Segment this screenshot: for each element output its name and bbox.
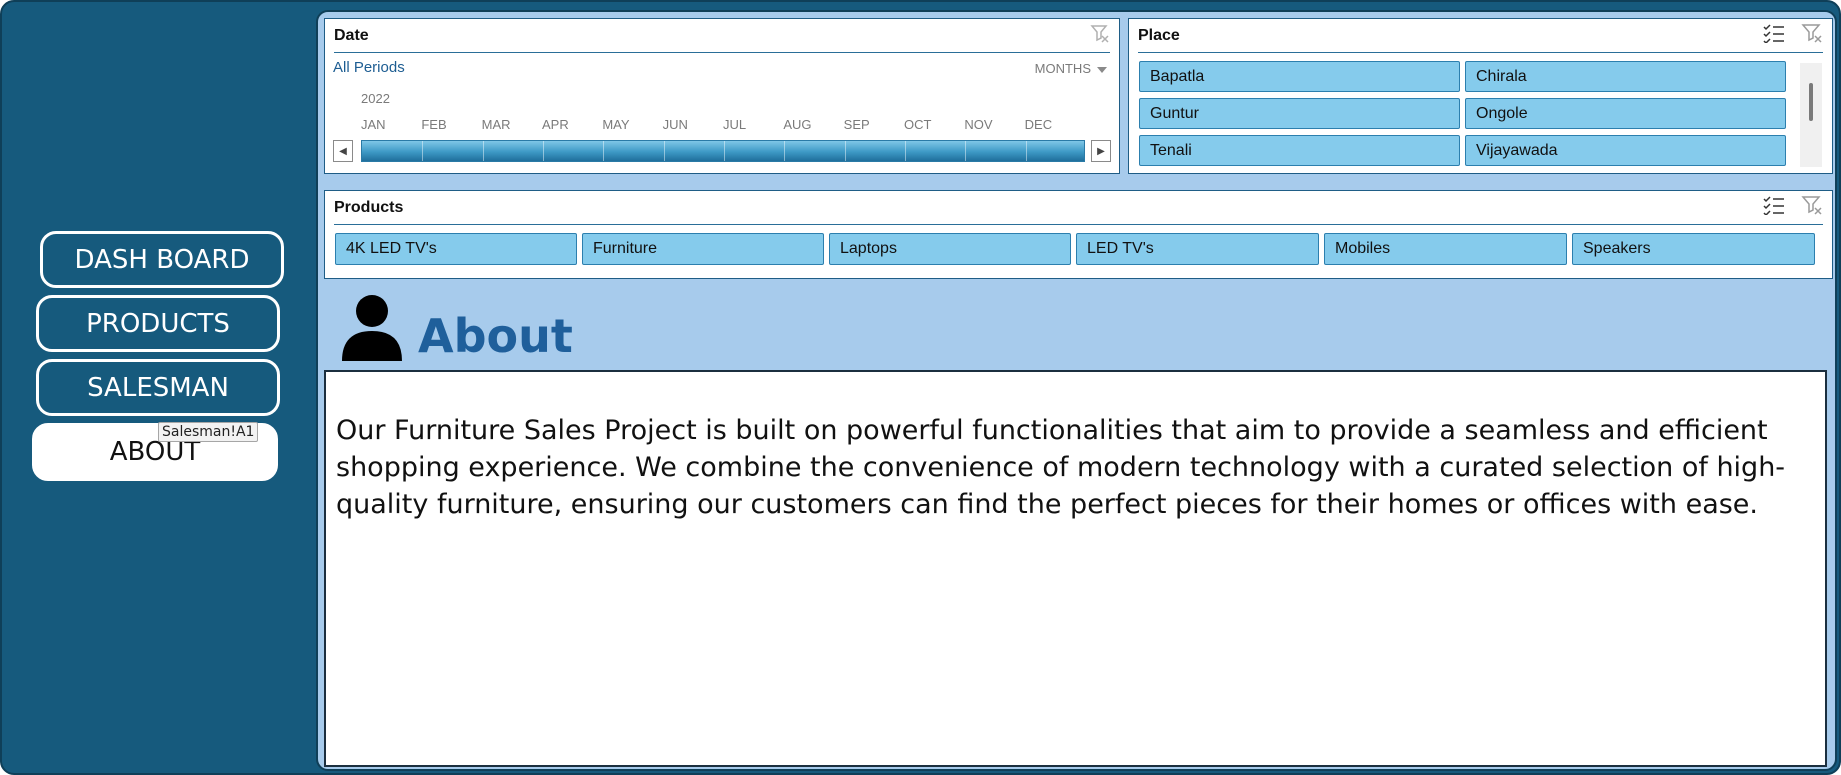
timeline-segment-divider xyxy=(844,141,846,161)
product-item-4k-led-tvs[interactable]: 4K LED TV's xyxy=(335,233,577,265)
timeline-month-apr: APR xyxy=(542,117,569,132)
main-panel: Date All Periods MONTHS 2022 JAN FEB MAR AP… xyxy=(316,10,1837,771)
products-slicer-header: Products xyxy=(334,191,1823,225)
timeline-segment-divider xyxy=(603,141,605,161)
about-text-box: Our Furniture Sales Project is built on … xyxy=(324,370,1827,767)
timeline-month-jan: JAN xyxy=(361,117,386,132)
timeline-month-sep: SEP xyxy=(843,117,870,132)
products-button-label: PRODUCTS xyxy=(86,308,230,339)
product-item-speakers[interactable]: Speakers xyxy=(1572,233,1815,265)
clear-filter-icon[interactable] xyxy=(1090,23,1110,48)
timeline-selection-bar[interactable] xyxy=(361,140,1085,162)
all-periods-link[interactable]: All Periods xyxy=(333,59,405,76)
timeline-segment-divider xyxy=(724,141,725,161)
timeline-month-jun: JUN xyxy=(662,117,688,132)
timeline-month-feb: FEB xyxy=(421,117,447,132)
date-timeline-slicer[interactable]: Date All Periods MONTHS 2022 JAN FEB MAR AP… xyxy=(324,18,1120,174)
place-item-label: Ongole xyxy=(1476,104,1528,122)
dashboard-button-label: DASH BOARD xyxy=(74,244,250,275)
scroll-right-icon[interactable]: ▶ xyxy=(1091,140,1111,162)
product-item-led-tvs[interactable]: LED TV's xyxy=(1076,233,1319,265)
timeline-segment-divider xyxy=(784,141,786,161)
place-item-label: Tenali xyxy=(1150,141,1192,159)
place-item-ongole[interactable]: Ongole xyxy=(1465,98,1786,129)
timeline-year: 2022 xyxy=(361,91,390,106)
date-slicer-title: Date xyxy=(334,26,369,44)
products-button[interactable]: PRODUCTS xyxy=(36,295,280,352)
product-item-label: 4K LED TV's xyxy=(346,240,437,257)
dropdown-arrow-icon xyxy=(1097,61,1107,76)
place-item-guntur[interactable]: Guntur xyxy=(1139,98,1460,129)
about-heading: About xyxy=(418,309,573,363)
place-slicer: Place Bapatla Chirala Guntur Ongole Tena… xyxy=(1128,18,1833,174)
product-item-label: Mobiles xyxy=(1335,240,1391,257)
place-item-label: Vijayawada xyxy=(1476,141,1558,159)
product-item-furniture[interactable]: Furniture xyxy=(582,233,824,265)
timeline-segment-divider xyxy=(965,141,967,161)
time-level-dropdown[interactable]: MONTHS xyxy=(1035,61,1107,76)
timeline-month-labels: JAN FEB MAR APR MAY JUN JUL AUG SEP OCT NOV DEC xyxy=(361,117,1085,133)
timeline-segment-divider xyxy=(482,141,484,161)
clear-filter-icon[interactable] xyxy=(1801,22,1823,49)
place-slicer-header: Place xyxy=(1138,19,1823,53)
scroll-left-icon[interactable]: ◀ xyxy=(333,140,353,162)
product-item-label: LED TV's xyxy=(1087,240,1154,257)
place-item-bapatla[interactable]: Bapatla xyxy=(1139,61,1460,92)
timeline-segment-divider xyxy=(1025,141,1027,161)
multi-select-icon[interactable] xyxy=(1763,195,1785,220)
product-item-mobiles[interactable]: Mobiles xyxy=(1324,233,1567,265)
product-item-label: Laptops xyxy=(840,240,897,257)
timeline-segment-divider xyxy=(663,141,665,161)
place-item-label: Guntur xyxy=(1150,104,1199,122)
product-item-laptops[interactable]: Laptops xyxy=(829,233,1071,265)
place-item-label: Bapatla xyxy=(1150,67,1205,85)
timeline-month-jul: JUL xyxy=(723,117,747,132)
date-slicer-header: Date xyxy=(334,19,1110,53)
clear-filter-icon[interactable] xyxy=(1801,194,1823,221)
place-item-label: Chirala xyxy=(1476,67,1527,85)
product-item-label: Speakers xyxy=(1583,240,1651,257)
place-scrollbar[interactable] xyxy=(1800,63,1822,167)
products-slicer: Products 4K LED TV's Furniture Laptops L… xyxy=(324,190,1833,279)
timeline-segment-divider xyxy=(543,141,544,161)
timeline-month-dec: DEC xyxy=(1024,117,1053,132)
products-slicer-title: Products xyxy=(334,198,404,216)
place-item-vijayawada[interactable]: Vijayawada xyxy=(1465,135,1786,166)
multi-select-icon[interactable] xyxy=(1763,23,1785,48)
person-icon xyxy=(340,293,404,363)
timeline-month-oct: OCT xyxy=(904,117,932,132)
timeline-month-aug: AUG xyxy=(783,117,812,132)
place-item-tenali[interactable]: Tenali xyxy=(1139,135,1460,166)
timeline-segment-divider xyxy=(422,141,424,161)
workbook-frame: DASH BOARD PRODUCTS SALESMAN ABOUT Sales… xyxy=(0,0,1841,775)
product-item-label: Furniture xyxy=(593,240,658,257)
timeline-month-nov: NOV xyxy=(964,117,993,132)
dashboard-button[interactable]: DASH BOARD xyxy=(40,231,284,288)
salesman-button[interactable]: SALESMAN xyxy=(36,359,280,416)
place-scrollbar-thumb[interactable] xyxy=(1809,83,1813,121)
timeline-segment-divider xyxy=(905,141,906,161)
timeline-month-may: MAY xyxy=(602,117,630,132)
place-slicer-title: Place xyxy=(1138,26,1180,44)
salesman-button-label: SALESMAN xyxy=(87,372,229,403)
about-description: Our Furniture Sales Project is built on … xyxy=(336,415,1786,520)
place-item-chirala[interactable]: Chirala xyxy=(1465,61,1786,92)
hyperlink-tooltip: Salesman!A1 xyxy=(158,422,259,442)
time-level-label: MONTHS xyxy=(1034,61,1091,76)
timeline-month-mar: MAR xyxy=(481,117,511,132)
